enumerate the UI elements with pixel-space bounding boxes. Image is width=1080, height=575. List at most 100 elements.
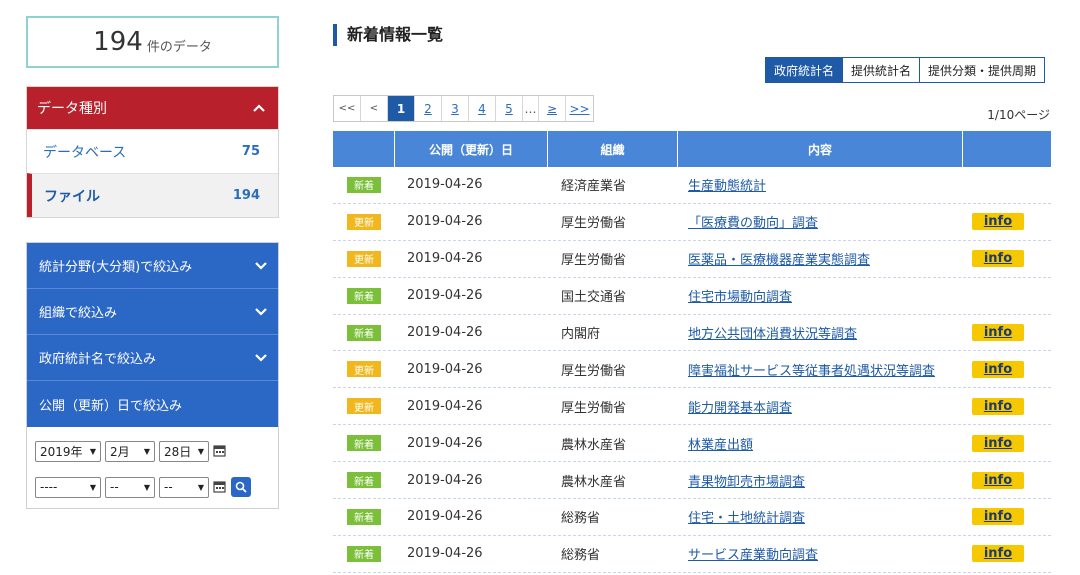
content-cell: 林業産出額 xyxy=(678,434,963,453)
content-cell: 生産動態統計 xyxy=(678,175,963,194)
tab-classification[interactable]: 提供分類・提供周期 xyxy=(919,57,1046,83)
content-link[interactable]: 住宅市場動向調査 xyxy=(688,286,792,305)
select-arrow-icon: ▼ xyxy=(143,482,150,492)
status-badge: 新着 xyxy=(347,435,381,452)
date-cell: 2019-04-26 xyxy=(407,214,483,230)
content-link[interactable]: 青果物卸売市場調査 xyxy=(688,471,805,490)
page-title: 新着情報一覧 xyxy=(333,24,443,46)
page-link-3[interactable]: 3 xyxy=(442,96,469,121)
badge-cell: 更新 xyxy=(333,398,395,415)
badge-cell: 更新 xyxy=(333,213,395,230)
chevron-down-icon xyxy=(254,259,268,273)
next-page-button[interactable]: ≥ xyxy=(539,96,566,121)
page-info: 1/10ページ xyxy=(987,108,1050,122)
info-button[interactable]: info xyxy=(972,434,1024,452)
content-link[interactable]: 地方公共団体消費状況等調査 xyxy=(688,323,857,342)
info-cell: info xyxy=(963,360,1051,378)
data-type-item-database[interactable]: データベース 75 xyxy=(27,129,278,173)
content-cell: 青果物卸売市場調査 xyxy=(678,471,963,490)
table-row: 新着 2019-04-26 農林水産省 青果物卸売市場調査 info xyxy=(333,462,1051,500)
chevron-down-icon xyxy=(254,351,268,365)
filter-date[interactable]: 公開（更新）日で絞込み xyxy=(27,381,278,427)
badge-cell: 更新 xyxy=(333,361,395,378)
info-cell: info xyxy=(963,545,1051,563)
content-link[interactable]: 林業産出額 xyxy=(688,434,753,453)
info-button[interactable]: info xyxy=(972,508,1024,526)
calendar-icon[interactable] xyxy=(213,444,227,458)
organization-cell: 厚生労働省 xyxy=(561,253,627,269)
calendar-icon[interactable] xyxy=(213,480,227,494)
table-row: 新着 2019-04-26 経済産業省 生産動態統計 xyxy=(333,167,1051,204)
date-cell: 2019-04-26 xyxy=(407,325,483,340)
data-type-item-file[interactable]: ファイル 194 xyxy=(27,173,278,217)
content-link[interactable]: 障害福祉サービス等従事者処遇状況等調査 xyxy=(688,360,935,379)
organization-cell: 経済産業省 xyxy=(561,179,627,195)
data-type-header[interactable]: データ種別 xyxy=(27,87,278,129)
data-type-panel: データ種別 データベース 75 ファイル 194 xyxy=(26,86,279,218)
page-link-5[interactable]: 5 xyxy=(496,96,523,121)
info-button[interactable]: info xyxy=(972,250,1024,268)
header-content: 内容 xyxy=(678,131,963,167)
info-button[interactable]: info xyxy=(972,397,1024,415)
data-type-label: データベース xyxy=(43,144,127,161)
info-button[interactable]: info xyxy=(972,471,1024,489)
last-page-button[interactable]: >> xyxy=(566,96,593,121)
tab-provided-stat[interactable]: 提供統計名 xyxy=(842,57,921,83)
info-button[interactable]: info xyxy=(972,213,1024,231)
date-cell: 2019-04-26 xyxy=(407,546,483,562)
to-year-select[interactable]: ---- ▼ xyxy=(35,476,101,498)
result-count-box: 194 件のデータ xyxy=(26,16,279,68)
info-button[interactable]: info xyxy=(972,545,1024,563)
badge-cell: 新着 xyxy=(333,176,395,193)
filter-category[interactable]: 統計分野(大分類)で絞込み xyxy=(27,243,278,289)
table-row: 新着 2019-04-26 農林水産省 林業産出額 info xyxy=(333,425,1051,463)
from-month-select[interactable]: 2月 ▼ xyxy=(105,440,155,462)
table-header: 公開（更新）日 組織 内容 xyxy=(333,131,1051,167)
select-arrow-icon: ▼ xyxy=(143,446,150,456)
filter-government-stat[interactable]: 政府統計名で絞込み xyxy=(27,335,278,381)
table-row: 更新 2019-04-26 厚生労働省 障害福祉サービス等従事者処遇状況等調査 info xyxy=(333,351,1051,389)
organization-cell: 国土交通省 xyxy=(561,290,627,306)
filter-label: 政府統計名で絞込み xyxy=(39,352,157,367)
organization-cell: 厚生労働省 xyxy=(561,216,627,232)
table-row: 更新 2019-04-26 厚生労働省 医薬品・医療機器産業実態調査 info xyxy=(333,241,1051,278)
prev-page-button[interactable]: < xyxy=(361,96,388,121)
from-day-value: 28日 xyxy=(164,444,192,459)
select-arrow-icon: ▼ xyxy=(89,482,96,492)
first-page-button[interactable]: << xyxy=(334,96,361,121)
info-button[interactable]: info xyxy=(972,360,1024,378)
content-link[interactable]: 医薬品・医療機器産業実態調査 xyxy=(688,249,870,268)
from-year-select[interactable]: 2019年 ▼ xyxy=(35,440,101,462)
date-cell: 2019-04-26 xyxy=(407,435,483,451)
from-day-select[interactable]: 28日 ▼ xyxy=(159,440,209,462)
content-link[interactable]: サービス産業動向調査 xyxy=(688,544,818,563)
search-button[interactable] xyxy=(231,477,251,497)
organization-cell: 総務省 xyxy=(561,548,601,564)
select-arrow-icon: ▼ xyxy=(197,446,204,456)
header-badge xyxy=(333,131,395,167)
page-link-4[interactable]: 4 xyxy=(469,96,496,121)
from-month-value: 2月 xyxy=(110,444,130,459)
status-badge: 更新 xyxy=(347,398,381,415)
content-link[interactable]: 住宅・土地統計調査 xyxy=(688,507,805,526)
to-month-select[interactable]: -- ▼ xyxy=(105,476,155,498)
page-link-2[interactable]: 2 xyxy=(415,96,442,121)
organization-cell: 厚生労働省 xyxy=(561,400,627,416)
info-cell: info xyxy=(963,508,1051,526)
to-day-select[interactable]: -- ▼ xyxy=(159,476,209,498)
content-link[interactable]: 生産動態統計 xyxy=(688,175,766,194)
status-badge: 新着 xyxy=(347,324,381,341)
badge-cell: 新着 xyxy=(333,435,395,452)
page-link-1[interactable]: 1 xyxy=(388,96,415,121)
tab-government-stat[interactable]: 政府統計名 xyxy=(765,57,844,83)
filter-organization[interactable]: 組織で絞込み xyxy=(27,289,278,335)
info-button[interactable]: info xyxy=(972,324,1024,341)
date-to-row: ---- ▼ -- ▼ -- ▼ xyxy=(27,475,278,499)
info-cell: info xyxy=(963,434,1051,452)
data-type-label: ファイル xyxy=(44,188,100,205)
content-link[interactable]: 「医療費の動向」調査 xyxy=(688,212,818,231)
date-cell: 2019-04-26 xyxy=(407,288,483,304)
date-from-row: 2019年 ▼ 2月 ▼ 28日 ▼ xyxy=(27,439,278,463)
content-link[interactable]: 能力開発基本調査 xyxy=(688,397,792,416)
chevron-up-icon xyxy=(252,101,266,115)
